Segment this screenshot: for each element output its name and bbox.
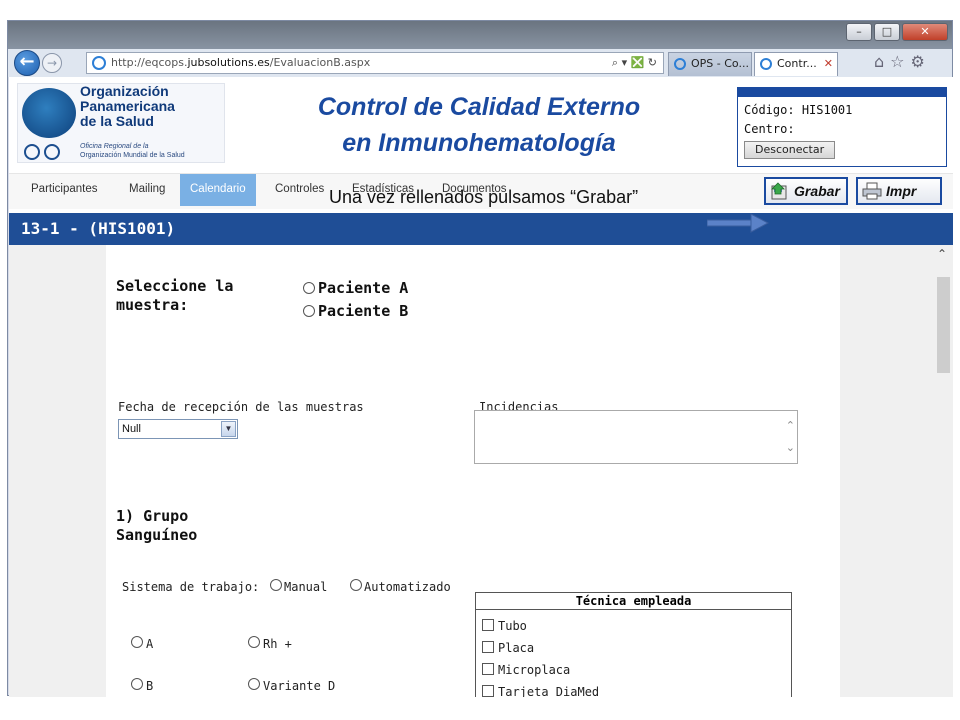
manual-radio[interactable] [270,579,282,591]
screenshot-stage: – □ ✕ ← → http://eqcops.jubsolutions.es/… [0,0,960,720]
printer-icon [862,182,882,200]
scroll-up-icon[interactable]: ⌃ [937,247,947,261]
group-b-radio[interactable] [131,678,143,690]
ie-tab-icon [674,58,686,70]
browser-navbar: ← → http://eqcops.jubsolutions.es/Evalua… [8,49,952,77]
who-seal-icon [44,144,60,160]
automatizado-radio[interactable] [350,579,362,591]
annotation-text: Una vez rellenados pulsamos “Grabar” [329,187,639,207]
save-icon [771,182,787,200]
rh-positive-radio[interactable] [248,636,260,648]
microplaca-checkbox[interactable] [482,663,494,675]
logo-organization-name: Organización Panamericana de la Salud [80,83,175,129]
paho-logo: Organización Panamericana de la Salud Of… [17,83,225,163]
page-title: Control de Calidad Externo en Inmunohema… [317,93,641,157]
page-scrollbar[interactable]: ⌃ [933,245,953,697]
technique-title: Técnica empleada [476,593,791,610]
sample-label: Seleccione la muestra: [116,277,234,314]
site-header: Organización Panamericana de la Salud Of… [9,77,953,173]
close-window-button[interactable]: ✕ [902,23,948,41]
date-select-value: Null [122,423,141,435]
web-page: Organización Panamericana de la Salud Of… [9,77,953,697]
textarea-scroll-icons[interactable]: ⌃ ⌄ [786,415,795,459]
minimize-button[interactable]: – [846,23,872,41]
home-favorites-tools-icons[interactable]: ⌂☆⚙ [874,52,931,71]
forward-arrow-icon[interactable]: → [42,53,62,73]
group-a-radio[interactable] [131,636,143,648]
tubo-label: Tubo [498,619,527,633]
date-label: Fecha de recepción de las muestras [118,400,364,414]
tarjeta-checkbox[interactable] [482,685,494,697]
tab-control-label: Contr... [777,57,817,70]
back-arrow-icon[interactable]: ← [14,50,40,76]
tab-ops-label: OPS - Co... [691,57,749,70]
chevron-down-icon[interactable]: ▼ [221,421,236,437]
variant-d-label: Variante D [263,679,336,693]
placa-checkbox[interactable] [482,641,494,653]
browser-window: – □ ✕ ← → http://eqcops.jubsolutions.es/… [7,20,953,697]
annotation-arrow-icon [707,213,769,233]
placa-label: Placa [498,641,535,655]
incidents-textarea[interactable]: ⌃ ⌄ [474,410,798,464]
rh-positive-label: Rh + [263,637,292,651]
url-path: /EvaluacionB.aspx [269,56,371,69]
automatizado-label: Automatizado [364,580,451,594]
scroll-thumb[interactable] [937,277,950,373]
code-value: HIS1001 [801,103,853,117]
paho-seal-icon [24,144,40,160]
disconnect-button[interactable]: Desconectar [744,141,836,159]
code-label: Código: [744,103,795,117]
patient-b-radio[interactable] [303,305,315,317]
variant-d-radio[interactable] [248,678,260,690]
print-button[interactable]: Impr [856,177,942,205]
url-domain: jubsolutions.es [187,56,270,69]
maximize-button[interactable]: □ [874,23,900,41]
section-title-bar: 13-1 - (HIS1001) [9,213,953,245]
tab-ops[interactable]: OPS - Co... [668,52,752,76]
center-label: Centro: [744,122,795,136]
form-area: Seleccione la muestra: Paciente A Pacien… [9,245,953,697]
save-button[interactable]: Grabar [764,177,848,205]
close-tab-icon[interactable]: ✕ [824,53,833,75]
tubo-checkbox[interactable] [482,619,494,631]
logo-subtitle: Oficina Regional de la Organización Mund… [80,143,185,159]
print-button-label: Impr [886,183,917,199]
address-bar[interactable]: http://eqcops.jubsolutions.es/Evaluacion… [86,52,664,74]
patient-a-radio[interactable] [303,282,315,294]
tab-control-active[interactable]: Contr... ✕ [754,52,838,76]
ie-logo-icon [92,56,106,70]
manual-label: Manual [284,580,328,594]
save-button-label: Grabar [794,183,840,199]
menu-item-participantes[interactable]: Participantes [31,174,97,206]
address-tools-icons[interactable]: ⌕ ▾ ❎ ↻ [612,53,657,73]
menu-item-calendario[interactable]: Calendario [180,174,256,206]
ie-tab-icon [760,58,772,70]
technique-box: Técnica empleada Tubo Placa Microplaca T… [475,592,792,697]
menu-item-controles[interactable]: Controles [275,174,324,206]
user-info-box: Código: HIS1001 Centro: Desconectar [737,87,947,167]
url-prefix: http://eqcops. [111,56,188,69]
globe-icon [22,88,76,138]
logo-seals [24,144,74,160]
browser-titlebar: – □ ✕ [8,21,952,51]
evaluation-form: Seleccione la muestra: Paciente A Pacien… [106,245,840,697]
tarjeta-label: Tarjeta DiaMed [498,685,600,697]
microplaca-label: Microplaca [498,663,571,677]
group-a-label: A [146,637,154,651]
patient-a-label: Paciente A [318,279,409,297]
work-system-label: Sistema de trabajo: [122,580,260,594]
patient-b-label: Paciente B [318,302,409,320]
date-select[interactable]: Null ▼ [118,419,238,439]
blood-group-title: 1) Grupo Sanguíneo [116,507,198,544]
menu-item-mailing[interactable]: Mailing [129,174,165,206]
group-b-label: B [146,679,154,693]
